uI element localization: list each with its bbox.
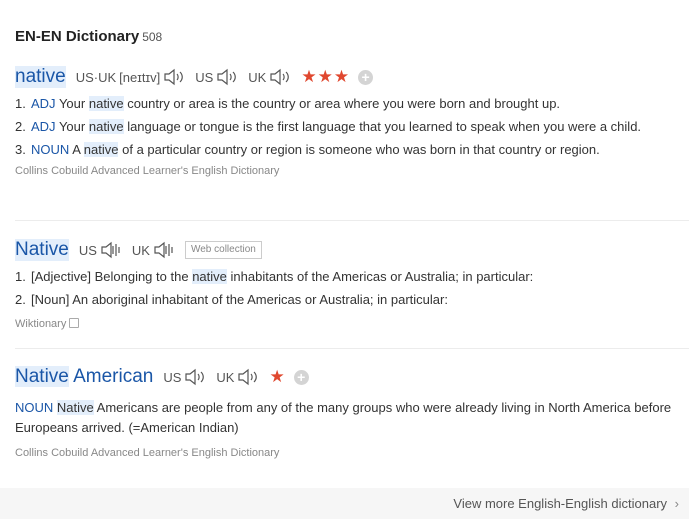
pron-label: UK [131, 242, 150, 258]
definition-item: NOUN Native Americans are people from an… [15, 400, 672, 435]
pronunciation-us: US [195, 68, 238, 86]
definition-item: 2. ADJ Your native language or tongue is … [15, 119, 642, 134]
definition-item: 2. [Noun] An aboriginal inhabitant of the… [15, 292, 448, 307]
add-icon[interactable]: + [358, 69, 374, 85]
add-icon[interactable]: + [293, 369, 309, 385]
definition-item: 1. [Adjective] Belonging to the native in… [15, 269, 534, 284]
part-of-speech: ADJ [31, 96, 56, 111]
part-of-speech: NOUN [31, 142, 70, 157]
speaker-icon[interactable] [153, 241, 175, 259]
chevron-right-icon: › [674, 496, 679, 511]
headword[interactable]: Native American [15, 366, 153, 388]
pron-ipa: [neɪtɪv] [119, 69, 161, 85]
pron-label: UK [216, 369, 235, 385]
speaker-icon[interactable] [184, 368, 206, 386]
dictionary-title: EN-EN Dictionary [15, 28, 140, 45]
source-label: Collins Cobuild Advanced Learner's Engli… [15, 447, 280, 459]
pronunciation-uk: UK [132, 241, 175, 259]
footer-bar: View more English-English dictionary › [0, 488, 689, 519]
speaker-icon[interactable] [163, 68, 185, 86]
frequency-stars: ★★★ [301, 67, 351, 86]
pronunciation-uk: UK [216, 368, 259, 386]
pron-label: US·UK [75, 69, 117, 85]
divider [15, 348, 689, 349]
source-label: Wiktionary [15, 318, 689, 330]
dictionary-header: EN-EN Dictionary 508 [15, 28, 162, 45]
pron-label: UK [248, 69, 267, 85]
pronunciation-us: US [163, 368, 206, 386]
source-label: Collins Cobuild Advanced Learner's Engli… [15, 165, 280, 177]
pron-label: US [163, 369, 182, 385]
speaker-icon[interactable] [269, 68, 291, 86]
speaker-icon[interactable] [237, 368, 259, 386]
pronunciation-us-uk: US·UK [neɪtɪv] [76, 68, 186, 86]
definition-item: 1. ADJ Your native country or area is the… [15, 96, 561, 111]
definition-item: 3. NOUN A native of a particular country … [15, 142, 600, 157]
headword[interactable]: native [15, 66, 66, 88]
frequency-stars: ★ [269, 367, 286, 386]
part-of-speech: ADJ [31, 119, 56, 134]
pron-label: US [78, 242, 97, 258]
part-of-speech: NOUN [15, 400, 54, 415]
divider [15, 220, 689, 221]
pronunciation-us: US [79, 241, 122, 259]
speaker-icon[interactable] [216, 68, 238, 86]
view-more-link[interactable]: View more English-English dictionary › [453, 496, 679, 511]
headword[interactable]: Native [15, 239, 69, 261]
entry-native: native US·UK [neɪtɪv] US UK ★★★ + 1. ADJ … [15, 65, 689, 177]
entry-native-american: Native American US UK ★ + NOUN Native Am… [15, 365, 689, 459]
dictionary-count: 508 [142, 30, 163, 44]
entry-native-web: Native US UK Web collection 1. [Adjective… [15, 238, 689, 330]
copy-icon[interactable] [69, 318, 80, 328]
pron-label: US [195, 69, 214, 85]
speaker-icon[interactable] [100, 241, 122, 259]
pronunciation-uk: UK [248, 68, 291, 86]
web-collection-badge: Web collection [184, 241, 262, 259]
